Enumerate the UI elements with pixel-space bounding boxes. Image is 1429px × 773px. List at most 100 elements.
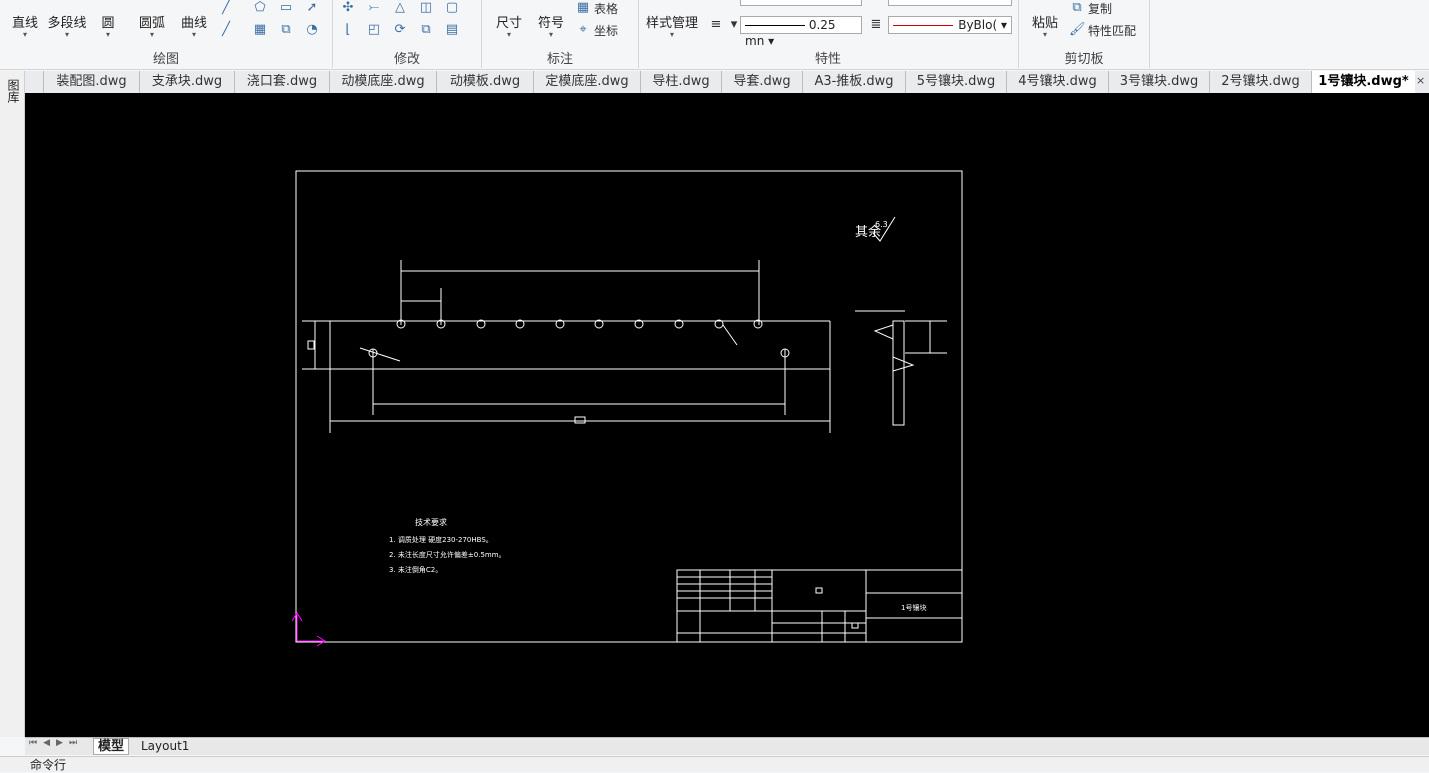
table-button[interactable]: 表格 [594,0,618,17]
rectangle-icon[interactable]: ▭ [278,0,294,16]
linetype-preview [893,25,953,26]
dimension-button[interactable]: 尺寸 ▾ [493,0,525,39]
roughness-mark [873,324,894,340]
close-icon[interactable]: × [1416,74,1425,87]
chevron-down-icon: ▾ [22,30,27,39]
chevron-down-icon: ▾ [1042,30,1047,39]
coordinate-icon[interactable]: ⌖ [575,22,591,38]
lineweight-preview [745,25,805,26]
arc-button[interactable]: 圆弧 ▾ [135,0,169,39]
lineweight-value: 0.25 mn [745,18,836,48]
symbol-button[interactable]: 符号 ▾ [535,0,567,39]
copy-object-icon[interactable]: ⧉ [418,22,434,38]
command-line[interactable]: 命令行 [0,756,1429,772]
tab-fixed-base[interactable]: 定模底座.dwg [533,71,640,93]
tab-insert-1[interactable]: 1号镶块.dwg* [1311,71,1415,93]
stretch-icon[interactable]: ◰ [366,22,382,38]
rotate-icon[interactable]: ⟳ [392,22,408,38]
leader [359,347,401,362]
panel-divider [638,0,639,68]
match-properties-button[interactable]: 特性匹配 [1088,22,1136,39]
symbol-label: 符号 [537,16,564,31]
pencil-icon[interactable]: ╱ [218,0,234,16]
table-icon[interactable]: ▦ [575,0,591,16]
part-name: 1号镶块 [901,603,926,612]
polyline-button[interactable]: 多段线 ▾ [44,0,90,39]
paste-label: 粘贴 [1031,16,1058,31]
match-properties-icon[interactable]: 🖌 [1069,22,1086,38]
drawing-canvas[interactable]: 其余 6.3 技术要求 1. 调质处理 硬度230-270HBS。 2. 未注长… [25,93,1429,737]
command-line-label: 命令行 [30,758,67,772]
linetype-select[interactable]: ByBlo( ▾ [888,16,1012,34]
part-feature [307,340,315,350]
drawing-svg: 其余 6.3 技术要求 1. 调质处理 硬度230-270HBS。 2. 未注长… [291,170,963,647]
props-panel-title: 特性 [814,52,841,67]
style-manager-label: 样式管理 [645,16,698,31]
paste-button[interactable]: 粘贴 ▾ [1029,0,1061,39]
coordinate-button[interactable]: 坐标 [594,22,618,39]
tab-moving-plate[interactable]: 动模板.dwg [436,71,533,93]
document-tabs: 装配图.dwg 支承块.dwg 浇口套.dwg 动模底座.dwg 动模板.dwg… [0,71,1429,93]
boundary-icon[interactable]: ◔ [304,22,320,38]
panel-divider [1149,0,1150,68]
chevron-down-icon: ▾ [64,30,69,39]
array-icon[interactable]: ▤ [444,22,460,38]
ucs-icon [291,612,326,647]
tab-a3-push-plate[interactable]: A3-推板.dwg [802,71,905,93]
tab-guide-bush[interactable]: 导套.dwg [721,71,802,93]
library-sidebar[interactable]: 图库 [0,71,25,737]
tech-req-3: 3. 未注倒角C2。 [389,565,442,574]
library-label: 图库 [6,79,20,103]
fillet-icon[interactable]: ⌊ [340,22,356,38]
layout-nav-icons[interactable]: ⏮◀▶⏭ [29,738,83,748]
layout-bar: ⏮◀▶⏭ 模型 Layout1 [25,737,1429,755]
tab-support-block[interactable]: 支承块.dwg [139,71,234,93]
tab-insert-4[interactable]: 4号镶块.dwg [1006,71,1108,93]
color-select[interactable] [740,0,862,6]
chevron-down-icon: ▾ [506,30,511,39]
chevron-down-icon: ▾ [191,30,196,39]
hatch-icon[interactable]: ▦ [252,22,268,38]
roughness-value: 6.3 [875,220,888,229]
tab-assembly[interactable]: 装配图.dwg [43,71,139,93]
lineweight-icon[interactable]: ≡ [708,17,724,33]
offset-icon[interactable]: ◫ [418,0,434,16]
mirror-icon[interactable]: △ [392,0,408,16]
line-label: 直线 [11,16,38,31]
polygon-icon[interactable]: ⬠ [252,0,268,16]
linetype-value: ByBlo( [958,18,998,32]
tab-moving-base[interactable]: 动模底座.dwg [329,71,436,93]
region-icon[interactable]: ⧉ [278,22,294,38]
tab-guide-pillar[interactable]: 导柱.dwg [640,71,721,93]
trim-icon[interactable]: ⤚ [366,0,382,16]
center-mark [574,416,586,424]
curve-button[interactable]: 曲线 ▾ [177,0,211,39]
tab-insert-5[interactable]: 5号镶块.dwg [905,71,1006,93]
arc-label: 圆弧 [138,16,165,31]
tab-model[interactable]: 模型 [93,738,130,755]
polyline-label: 多段线 [47,16,87,31]
modify-panel-title: 修改 [393,52,420,67]
tab-layout1[interactable]: Layout1 [137,738,193,754]
explode-icon[interactable]: ▢ [444,0,460,16]
point-icon[interactable]: ➚ [304,0,320,16]
tab-insert-3[interactable]: 3号镶块.dwg [1108,71,1209,93]
tech-req-2: 2. 未注长度尺寸允许偏差±0.5mm。 [389,550,506,559]
construction-line-icon[interactable]: ╱ [218,22,234,38]
tab-insert-2[interactable]: 2号镶块.dwg [1209,71,1311,93]
lineweight-select[interactable]: 0.25 mn ▾ [740,16,862,48]
circle-button[interactable]: 圆 ▾ [96,0,120,39]
circle-label: 圆 [101,16,115,31]
linetype-icon[interactable]: ≣ [868,17,884,33]
chevron-down-icon: ▾ [149,30,154,39]
chevron-down-icon: ▾ [548,30,553,39]
line-button[interactable]: 直线 ▾ [8,0,42,39]
draw-panel-title: 绘图 [152,52,179,67]
move-icon[interactable]: ✣ [340,0,356,16]
layer-select[interactable] [888,0,1012,6]
style-manager-button[interactable]: 样式管理 ▾ [644,0,700,39]
ribbon: 直线 ▾ 多段线 ▾ 圆 ▾ 圆弧 ▾ 曲线 ▾ ╱ ╱ ⬠ ▦ ▭ ⧉ ➚ ◔ 绘图 ✣… [0,0,1429,70]
copy-icon[interactable]: ⧉ [1069,0,1085,16]
tab-sprue-bushing[interactable]: 浇口套.dwg [234,71,329,93]
copy-button[interactable]: 复制 [1088,0,1112,17]
